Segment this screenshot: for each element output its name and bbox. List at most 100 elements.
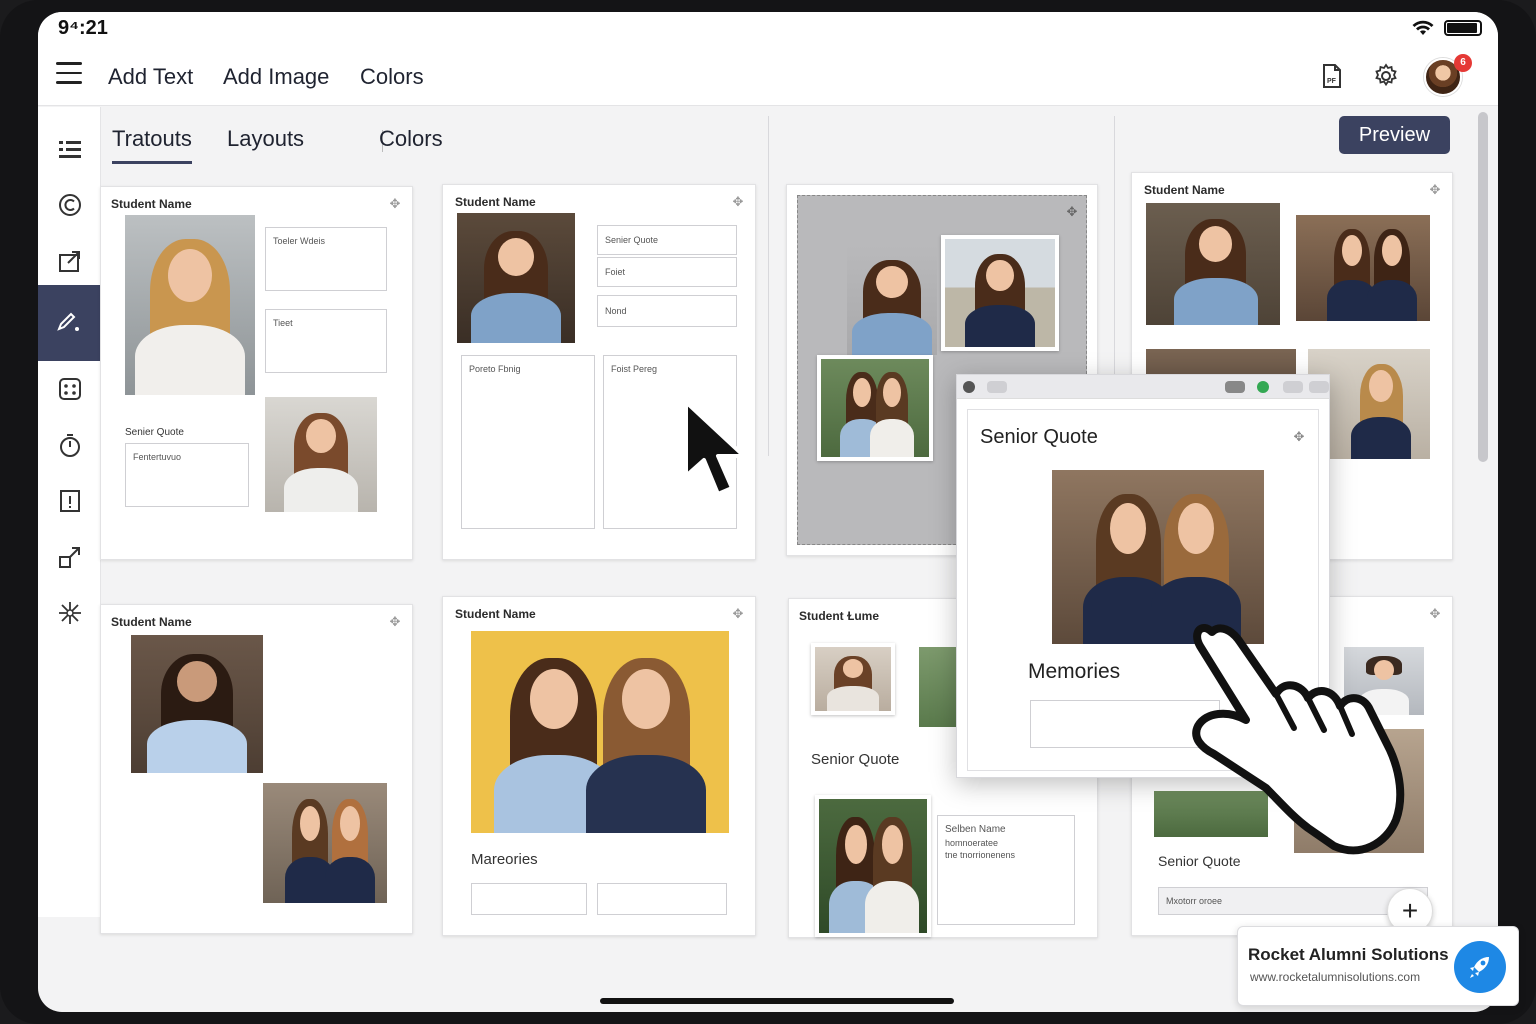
student-photo xyxy=(265,397,377,512)
window-control[interactable] xyxy=(987,381,1007,393)
student-photo xyxy=(919,647,959,727)
column-divider xyxy=(768,116,769,456)
template-card[interactable]: Student Name ✥ Senier Quote Foiet Nond P… xyxy=(442,184,756,560)
student-photo xyxy=(847,245,937,355)
home-indicator xyxy=(600,998,954,1004)
info-book-icon[interactable] xyxy=(38,473,101,529)
resize-icon[interactable] xyxy=(38,529,101,585)
preview-button[interactable]: Preview xyxy=(1339,116,1450,154)
senior-quote-label: Senier Quote xyxy=(125,427,184,438)
text-box[interactable] xyxy=(471,883,587,915)
text-box[interactable]: Nond xyxy=(597,295,737,327)
friends-photo xyxy=(471,631,729,833)
friends-photo xyxy=(1052,470,1264,644)
quote-text-box[interactable]: Fentertuvuo xyxy=(125,443,249,507)
timer-icon[interactable] xyxy=(38,417,101,473)
text-box[interactable] xyxy=(597,883,727,915)
tab-colors[interactable]: Colors xyxy=(379,126,443,152)
template-card[interactable]: Student Name ✥ xyxy=(100,604,413,934)
template-editor-window[interactable]: Senior Quote ✥ Memories xyxy=(956,374,1330,778)
window-titlebar xyxy=(957,375,1329,399)
rocket-logo-icon xyxy=(1454,941,1506,993)
status-time: 9⁴:21 xyxy=(58,17,108,39)
friends-photo xyxy=(263,783,387,903)
svg-text:PF: PF xyxy=(1327,78,1337,85)
student-photo xyxy=(1344,647,1424,715)
text-area[interactable]: Foist Pereg xyxy=(603,355,737,529)
sparkle-icon[interactable] xyxy=(38,585,101,641)
text-box[interactable]: Tieet xyxy=(265,309,387,373)
text-box[interactable]: Foiet xyxy=(597,257,737,287)
tablet-frame: 9⁴:21 Add Text Add Image Colors PF 6 Tra… xyxy=(0,0,1536,1024)
card-title: Student Name xyxy=(111,197,192,211)
window-close-dot[interactable] xyxy=(963,381,975,393)
brand-name: Rocket Alumni Solutions xyxy=(1248,945,1449,964)
friends-photo xyxy=(817,355,933,461)
template-tabs: Tratouts Layouts Colors xyxy=(112,108,812,170)
student-photo xyxy=(811,643,895,715)
friends-photo xyxy=(1296,215,1430,321)
friends-photo xyxy=(815,795,931,937)
card-title: Student Name xyxy=(111,615,192,629)
tool-sidebar xyxy=(38,107,101,917)
template-card[interactable]: Student Name ✥ Toeler Wdeis Tieet Senier… xyxy=(100,186,413,560)
text-box[interactable]: Toeler Wdeis xyxy=(265,227,387,291)
window-control[interactable] xyxy=(1225,381,1245,393)
text-box[interactable]: Senier Quote xyxy=(597,225,737,255)
add-image-button[interactable]: Add Image xyxy=(223,64,329,90)
app-screen: 9⁴:21 Add Text Add Image Colors PF 6 Tra… xyxy=(38,12,1498,1012)
card-title: Student Name xyxy=(455,607,536,621)
colors-menu-button[interactable]: Colors xyxy=(360,64,424,90)
student-portrait-photo xyxy=(1146,203,1280,325)
magic-edit-icon[interactable] xyxy=(38,285,101,361)
add-text-button[interactable]: Add Text xyxy=(108,64,193,90)
text-box[interactable]: Selben Name homnoeratee tne tnorrionenen… xyxy=(937,815,1075,925)
move-handle-icon[interactable]: ✥ xyxy=(1428,183,1442,197)
move-handle-icon[interactable]: ✥ xyxy=(1292,430,1306,444)
hamburger-menu-icon[interactable] xyxy=(56,62,82,84)
overlay-senior-quote-title: Senior Quote xyxy=(980,426,1098,448)
window-maximize-dot[interactable] xyxy=(1257,381,1269,393)
export-icon[interactable] xyxy=(38,233,101,289)
settings-gear-icon[interactable] xyxy=(1372,62,1400,90)
memories-label: Mareories xyxy=(471,851,538,868)
memories-text-box[interactable] xyxy=(1030,700,1220,748)
move-handle-icon[interactable]: ✥ xyxy=(1065,205,1079,219)
move-handle-icon[interactable]: ✥ xyxy=(388,197,402,211)
student-portrait-photo xyxy=(457,213,575,343)
student-portrait-photo xyxy=(131,635,263,773)
student-photo xyxy=(941,235,1059,351)
card-title: Student Ɫume xyxy=(799,609,879,623)
pdf-export-icon[interactable]: PF xyxy=(1318,62,1346,90)
brand-url: www.rocketalumnisolutions.com xyxy=(1250,970,1421,984)
notification-badge: 6 xyxy=(1454,54,1472,72)
battery-icon xyxy=(1444,20,1482,36)
overlay-memories-label: Memories xyxy=(1028,660,1121,683)
tab-tratouts[interactable]: Tratouts xyxy=(112,126,192,164)
grid-dots-icon[interactable] xyxy=(38,361,101,417)
move-handle-icon[interactable]: ✥ xyxy=(731,195,745,209)
move-handle-icon[interactable]: ✥ xyxy=(388,615,402,629)
student-photo xyxy=(1154,791,1268,837)
template-card[interactable]: Student Name ✥ Mareories xyxy=(442,596,756,936)
text-area[interactable]: Poreto Fbnig xyxy=(461,355,595,529)
window-control[interactable] xyxy=(1283,381,1303,393)
status-icons xyxy=(1412,20,1482,36)
window-control[interactable] xyxy=(1309,381,1329,393)
brand-watermark: Rocket Alumni Solutions www.rocketalumni… xyxy=(1237,926,1519,1006)
senior-quote-label: Senior Quote xyxy=(811,751,900,768)
list-icon[interactable] xyxy=(38,121,101,177)
card-title: Student Name xyxy=(1144,183,1225,197)
move-handle-icon[interactable]: ✥ xyxy=(1428,607,1442,621)
copyright-icon[interactable] xyxy=(38,177,101,233)
card-title: Student Name xyxy=(455,195,536,209)
student-portrait-photo xyxy=(125,215,255,395)
scrollbar[interactable] xyxy=(1478,112,1488,462)
tab-layouts[interactable]: Layouts xyxy=(227,126,304,152)
move-handle-icon[interactable]: ✥ xyxy=(731,607,745,621)
wifi-icon xyxy=(1412,20,1434,35)
editor-card: Senior Quote ✥ Memories xyxy=(967,409,1319,771)
status-bar: 9⁴:21 xyxy=(38,12,1498,46)
senior-quote-label: Senior Quote xyxy=(1158,853,1241,869)
top-toolbar: Add Text Add Image Colors PF 6 xyxy=(38,46,1498,106)
